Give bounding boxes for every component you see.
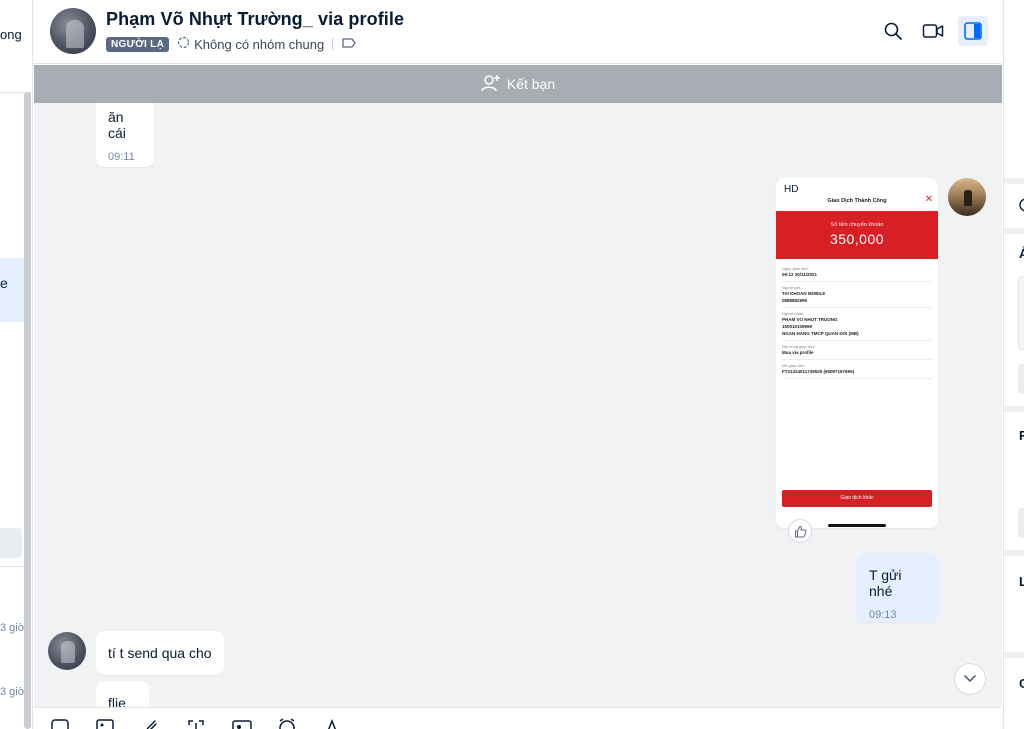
common-groups[interactable]: Không có nhóm chung <box>177 36 324 52</box>
close-icon: ✕ <box>924 194 933 205</box>
message-text: T gửi nhé <box>869 567 902 599</box>
chevron-down-icon <box>964 675 976 682</box>
receipt-details: Ngày giao dịch 09:12 20/11/2021 Người gử… <box>782 263 932 379</box>
message-text: flie <box>108 695 126 707</box>
image-quality-label: HD <box>784 184 799 195</box>
stranger-badge: NGƯỜI LẠ <box>106 36 170 52</box>
attachment-icon[interactable] <box>142 718 164 729</box>
receipt-value: 09:12 20/11/2021 <box>782 272 818 277</box>
composer-toolbar <box>34 707 1002 729</box>
sticker-icon[interactable] <box>50 718 72 729</box>
format-text-icon[interactable] <box>322 718 344 729</box>
group-icon <box>177 36 190 52</box>
receipt-value: Mua via profile <box>782 350 814 355</box>
media-thumbnail[interactable] <box>1018 276 1024 350</box>
add-friend-label: Kết bạn <box>506 76 556 92</box>
header-actions <box>878 16 988 46</box>
receipt-value: PHAM VO NHUT TRUONG <box>782 317 838 322</box>
receipt-amount: 350,000 <box>829 231 885 247</box>
zalo-window: ong e 3 giờ 3 giờ Phạm Võ Nhựt Trường_ v… <box>0 0 1024 729</box>
image-icon[interactable] <box>95 718 117 729</box>
info-panel: Ả F L C <box>1003 0 1024 729</box>
divider <box>1004 406 1024 412</box>
receipt-row: Nội dung giao dịch Mua via profile <box>782 341 932 360</box>
receipt-row: Người nhận PHAM VO NHUT TRUONG 150010109… <box>782 308 932 341</box>
message-bubble[interactable]: flie <box>96 681 149 707</box>
image-message[interactable]: HD Giao Dịch Thành Công ✕ Số tiền chuyển… <box>776 178 938 528</box>
receipt-value: NGAN HANG TMCP QUAN DOI (MB) <box>782 331 859 336</box>
add-friend-button[interactable]: Kết bạn <box>34 65 1002 103</box>
panel-section-title: F <box>1019 428 1024 443</box>
receipt-amount-label: Số tiền chuyển khoản <box>830 222 884 228</box>
receipt-row: Mã giao dịch FT21324011749525 (650971676… <box>782 360 932 379</box>
conversation-time: 3 giờ <box>0 622 25 634</box>
message-text: tí t send qua cho <box>108 645 212 661</box>
like-reaction-icon[interactable] <box>789 520 811 542</box>
divider <box>1004 550 1024 556</box>
add-user-icon <box>481 74 501 95</box>
receipt-title: Giao Dịch Thành Công <box>827 198 887 204</box>
contact-name[interactable]: Phạm Võ Nhựt Trường_ via profile <box>106 9 404 30</box>
tag-label-icon[interactable] <box>341 37 357 52</box>
view-all-button[interactable] <box>1018 508 1024 538</box>
contact-meta: NGƯỜI LẠ Không có nhóm chung <box>106 36 357 52</box>
divider <box>1004 228 1024 234</box>
message-time: 09:11 <box>108 151 135 163</box>
list-button[interactable] <box>0 528 22 558</box>
receipt-value: TAI KHOAN MOBILE <box>782 291 826 296</box>
scroll-to-bottom-button[interactable] <box>955 664 985 694</box>
reminder-icon[interactable] <box>1018 196 1024 217</box>
receipt-value: 0888882995 <box>782 298 808 303</box>
receipt-row: Người gửi TAI KHOAN MOBILE 0888882995 <box>782 282 932 308</box>
message-bubble[interactable]: tí t send qua cho <box>96 631 224 675</box>
conversation-time: 3 giờ <box>0 686 25 698</box>
divider <box>332 38 334 50</box>
message-list: ăn cái 09:11 HD Giao Dịch Thành Công ✕ S… <box>34 103 1002 707</box>
conversation-list: ong e 3 giờ 3 giờ <box>0 0 33 729</box>
panel-section-title: Ả <box>1019 246 1024 261</box>
contact-avatar[interactable] <box>48 632 86 670</box>
my-message-bubble[interactable]: T gửi nhé 09:13 <box>857 553 937 622</box>
message-bubble[interactable]: ăn cái 09:11 <box>96 103 154 167</box>
chat-header: Phạm Võ Nhựt Trường_ via profile NGƯỜI L… <box>34 0 1002 64</box>
reminder-icon[interactable] <box>277 718 299 729</box>
my-avatar[interactable] <box>948 178 986 216</box>
conversation-name-fragment: e <box>0 275 8 291</box>
receipt-value: FT21324011749525 (65097167695) <box>782 369 855 374</box>
receipt-row: Ngày giao dịch 09:12 20/11/2021 <box>782 263 932 282</box>
home-indicator <box>828 524 886 527</box>
divider <box>1004 652 1024 658</box>
business-card-icon[interactable] <box>231 718 253 729</box>
panel-section-title: L <box>1019 574 1024 589</box>
search-icon[interactable] <box>878 16 908 46</box>
view-all-button[interactable] <box>1018 364 1024 394</box>
receipt-other-transaction-button: Giao dịch khác <box>782 490 932 507</box>
divider <box>1004 178 1024 184</box>
message-time: 09:13 <box>869 609 897 621</box>
list-header-fragment: ong <box>0 27 22 42</box>
avatar[interactable] <box>50 8 96 54</box>
video-call-icon[interactable] <box>918 16 948 46</box>
panel-section-title: C <box>1019 676 1024 691</box>
message-text: ăn cái <box>108 109 126 141</box>
receipt-value: 150010109999 <box>782 324 813 329</box>
common-groups-label: Không có nhóm chung <box>194 36 325 52</box>
receipt-amount-block: Số tiền chuyển khoản 350,000 <box>776 211 938 259</box>
screenshot-icon[interactable] <box>186 718 208 729</box>
scrollbar[interactable] <box>24 92 31 729</box>
toggle-info-panel-icon[interactable] <box>958 16 988 46</box>
